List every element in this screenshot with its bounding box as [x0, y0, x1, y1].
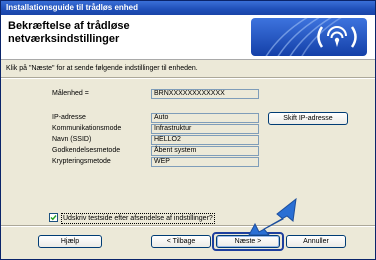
title-bar: Installationsguide til trådløs enhed	[1, 1, 375, 15]
setting-label-encryption: Krypteringsmetode	[52, 158, 111, 165]
setting-value-encryption: WEP	[151, 157, 259, 167]
setting-label-auth: Godkendelsesmetode	[52, 147, 121, 154]
help-button[interactable]: Hjælp	[38, 235, 102, 248]
setting-value-auth: Åbent system	[151, 146, 259, 156]
print-test-page-label: Udskriv testside efter afsendelse af ind…	[61, 213, 215, 224]
setting-label-mode: Kommunikationsmode	[52, 125, 122, 132]
setting-label-ssid: Navn (SSID)	[52, 136, 92, 143]
change-ip-button[interactable]: Skift IP-adresse	[268, 112, 348, 125]
separator-bottom	[1, 225, 375, 227]
setting-value-mode: Infrastruktur	[151, 124, 259, 134]
check-icon	[50, 215, 57, 221]
page-title: Bekræftelse af trådløse netværksindstill…	[8, 20, 130, 45]
wireless-logo-icon	[251, 18, 367, 56]
installer-window: Installationsguide til trådløs enhed Bek…	[0, 0, 376, 260]
target-value: BRNXXXXXXXXXXXX	[151, 89, 259, 99]
header-panel: Bekræftelse af trådløse netværksindstill…	[1, 15, 375, 60]
window-title: Installationsguide til trådløs enhed	[6, 3, 139, 12]
setting-label-ip: IP-adresse	[52, 114, 86, 121]
pointer-arrow-icon	[248, 197, 297, 236]
separator-top	[1, 77, 375, 79]
setting-value-ip: Auto	[151, 113, 259, 123]
setting-value-ssid: HELLO2	[151, 135, 259, 145]
print-test-page-checkbox[interactable]	[49, 213, 58, 222]
instruction-text: Klik på "Næste" for at sende følgende in…	[6, 65, 198, 72]
target-label: Målenhed =	[52, 90, 89, 97]
back-button[interactable]: < Tilbage	[151, 235, 211, 248]
